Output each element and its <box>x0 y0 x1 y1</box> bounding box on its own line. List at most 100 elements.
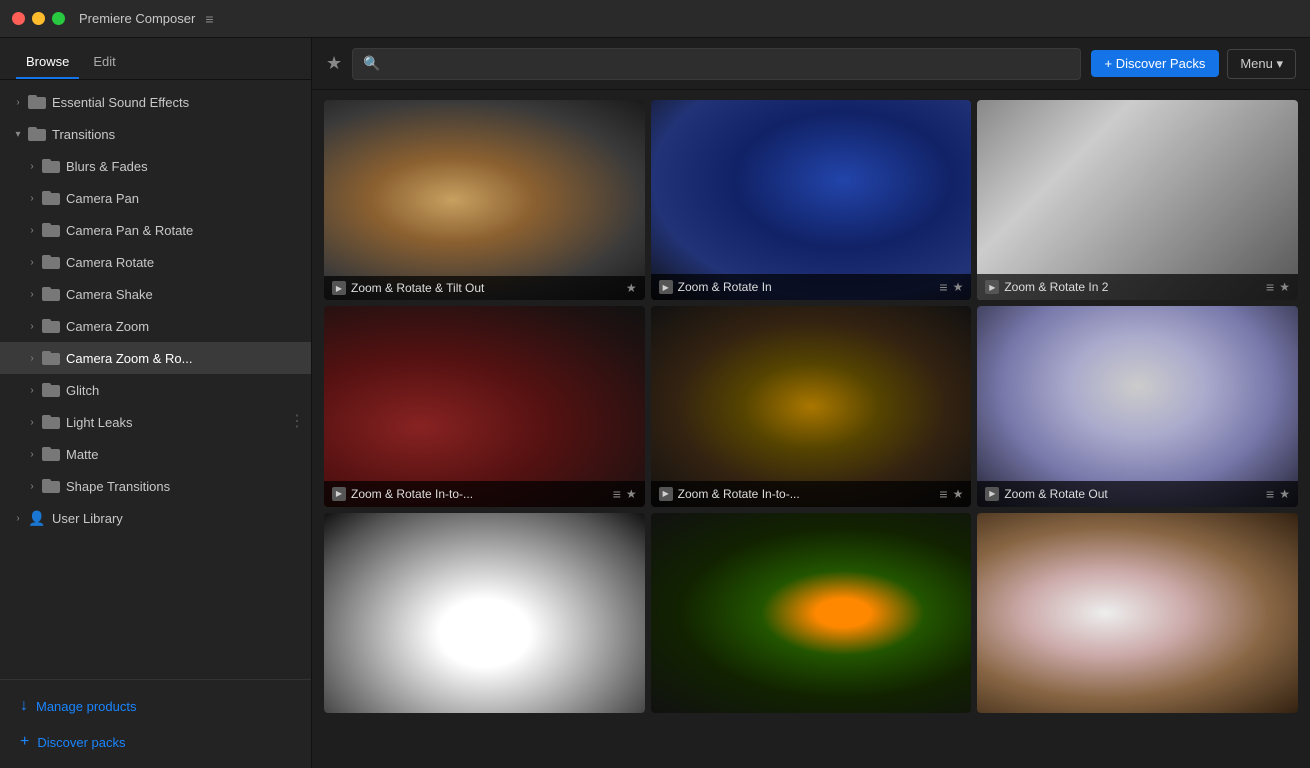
sidebar: Browse Edit Essential Sound Effects Tran… <box>0 38 312 768</box>
dots-handle-icon[interactable]: ⋮ <box>289 414 305 430</box>
sidebar-item-label: User Library <box>52 511 123 526</box>
folder-icon <box>42 223 60 237</box>
sidebar-footer: ↓ Manage products + Discover packs <box>0 679 311 768</box>
search-input[interactable] <box>387 56 1070 71</box>
manage-products-button[interactable]: ↓ Manage products <box>0 688 311 724</box>
sidebar-item-camera-pan-rotate[interactable]: Camera Pan & Rotate <box>0 214 311 246</box>
grid-item-label: Zoom & Rotate & Tilt Out <box>351 281 621 295</box>
star-icon[interactable]: ★ <box>626 281 637 295</box>
grid-item-9[interactable] <box>977 513 1298 713</box>
sidebar-item-camera-zoom[interactable]: Camera Zoom <box>0 310 311 342</box>
traffic-lights <box>12 12 65 25</box>
menu-icon[interactable]: ≡ <box>1266 279 1274 295</box>
sidebar-item-camera-pan[interactable]: Camera Pan <box>0 182 311 214</box>
chevron-icon <box>10 510 26 526</box>
content-area: ★ 🔍 + Discover Packs Menu ▾ ▶ Zoom & Rot… <box>312 38 1310 768</box>
folder-icon <box>42 287 60 301</box>
hamburger-icon[interactable]: ≡ <box>205 11 213 27</box>
grid-label-1: ▶ Zoom & Rotate & Tilt Out ★ <box>324 276 645 300</box>
grid-item-label: Zoom & Rotate In-to-... <box>351 487 608 501</box>
minimize-button[interactable] <box>32 12 45 25</box>
menu-icon[interactable]: ≡ <box>613 486 621 502</box>
grid-item-8[interactable] <box>651 513 972 713</box>
play-icon: ▶ <box>659 487 673 501</box>
sidebar-item-matte[interactable]: Matte <box>0 438 311 470</box>
folder-icon <box>42 191 60 205</box>
content-header: ★ 🔍 + Discover Packs Menu ▾ <box>312 38 1310 90</box>
menu-icon[interactable]: ≡ <box>939 279 947 295</box>
fullscreen-button[interactable] <box>52 12 65 25</box>
grid-item-label: Zoom & Rotate In 2 <box>1004 280 1261 294</box>
menu-icon[interactable]: ≡ <box>1266 486 1274 502</box>
menu-icon[interactable]: ≡ <box>939 486 947 502</box>
tab-edit[interactable]: Edit <box>83 46 125 79</box>
grid-item-label: Zoom & Rotate Out <box>1004 487 1261 501</box>
discover-packs-button[interactable]: + Discover packs <box>0 724 311 760</box>
search-box: 🔍 <box>352 48 1080 80</box>
star-icon[interactable]: ★ <box>953 487 964 501</box>
chevron-icon <box>24 286 40 302</box>
sidebar-item-user-library[interactable]: 👤 User Library <box>0 502 311 534</box>
grid-label-3: ▶ Zoom & Rotate In 2 ≡ ★ <box>977 274 1298 300</box>
chevron-icon <box>24 350 40 366</box>
chevron-icon <box>24 414 40 430</box>
chevron-icon <box>24 222 40 238</box>
grid-item-1[interactable]: ▶ Zoom & Rotate & Tilt Out ★ <box>324 100 645 300</box>
star-filter-icon[interactable]: ★ <box>326 53 342 74</box>
folder-icon <box>42 319 60 333</box>
sidebar-item-label: Camera Pan <box>66 191 139 206</box>
sidebar-item-label: Blurs & Fades <box>66 159 148 174</box>
sidebar-item-label: Camera Zoom & Ro... <box>66 351 192 366</box>
sidebar-item-essential-sound[interactable]: Essential Sound Effects <box>0 86 311 118</box>
folder-icon <box>28 127 46 141</box>
grid-item-4[interactable]: ▶ Zoom & Rotate In-to-... ≡ ★ <box>324 306 645 506</box>
thumbnail-8 <box>651 513 972 713</box>
grid-label-5: ▶ Zoom & Rotate In-to-... ≡ ★ <box>651 481 972 507</box>
sidebar-item-label: Essential Sound Effects <box>52 95 189 110</box>
thumbnail-7 <box>324 513 645 713</box>
sidebar-item-transitions[interactable]: Transitions <box>0 118 311 150</box>
person-icon: 👤 <box>28 510 46 526</box>
tab-browse[interactable]: Browse <box>16 46 79 79</box>
sidebar-item-shape-transitions[interactable]: Shape Transitions <box>0 470 311 502</box>
sidebar-item-camera-zoom-ro[interactable]: Camera Zoom & Ro... <box>0 342 311 374</box>
sidebar-item-light-leaks[interactable]: Light Leaks ⋮ <box>0 406 311 438</box>
grid-item-label: Zoom & Rotate In <box>678 280 935 294</box>
grid-label-4: ▶ Zoom & Rotate In-to-... ≡ ★ <box>324 481 645 507</box>
play-icon: ▶ <box>985 280 999 294</box>
star-icon[interactable]: ★ <box>953 280 964 294</box>
sidebar-item-blurs-fades[interactable]: Blurs & Fades <box>0 150 311 182</box>
sidebar-item-label: Camera Rotate <box>66 255 154 270</box>
sidebar-item-label: Camera Pan & Rotate <box>66 223 193 238</box>
menu-button[interactable]: Menu ▾ <box>1227 49 1296 79</box>
star-icon[interactable]: ★ <box>1279 280 1290 294</box>
header-right: + Discover Packs Menu ▾ <box>1091 49 1296 79</box>
grid-label-6: ▶ Zoom & Rotate Out ≡ ★ <box>977 481 1298 507</box>
play-icon: ▶ <box>332 487 346 501</box>
download-icon: ↓ <box>20 697 28 715</box>
thumbnail-5 <box>651 306 972 506</box>
sidebar-item-label: Transitions <box>52 127 115 142</box>
grid-item-3[interactable]: ▶ Zoom & Rotate In 2 ≡ ★ <box>977 100 1298 300</box>
sidebar-item-label: Glitch <box>66 383 99 398</box>
folder-icon <box>42 351 60 365</box>
grid-item-6[interactable]: ▶ Zoom & Rotate Out ≡ ★ <box>977 306 1298 506</box>
grid-item-7[interactable] <box>324 513 645 713</box>
star-icon[interactable]: ★ <box>1279 487 1290 501</box>
folder-icon <box>42 383 60 397</box>
thumbnail-6 <box>977 306 1298 506</box>
discover-packs-header-button[interactable]: + Discover Packs <box>1091 50 1220 77</box>
main-layout: Browse Edit Essential Sound Effects Tran… <box>0 38 1310 768</box>
grid-item-2[interactable]: ▶ Zoom & Rotate In ≡ ★ <box>651 100 972 300</box>
sidebar-tree: Essential Sound Effects Transitions Blur… <box>0 80 311 679</box>
thumbnail-2 <box>651 100 972 300</box>
close-button[interactable] <box>12 12 25 25</box>
sidebar-item-camera-rotate[interactable]: Camera Rotate <box>0 246 311 278</box>
chevron-icon <box>24 446 40 462</box>
sidebar-item-glitch[interactable]: Glitch <box>0 374 311 406</box>
thumbnail-1 <box>324 100 645 300</box>
folder-icon <box>42 479 60 493</box>
grid-item-5[interactable]: ▶ Zoom & Rotate In-to-... ≡ ★ <box>651 306 972 506</box>
star-icon[interactable]: ★ <box>626 487 637 501</box>
sidebar-item-camera-shake[interactable]: Camera Shake <box>0 278 311 310</box>
